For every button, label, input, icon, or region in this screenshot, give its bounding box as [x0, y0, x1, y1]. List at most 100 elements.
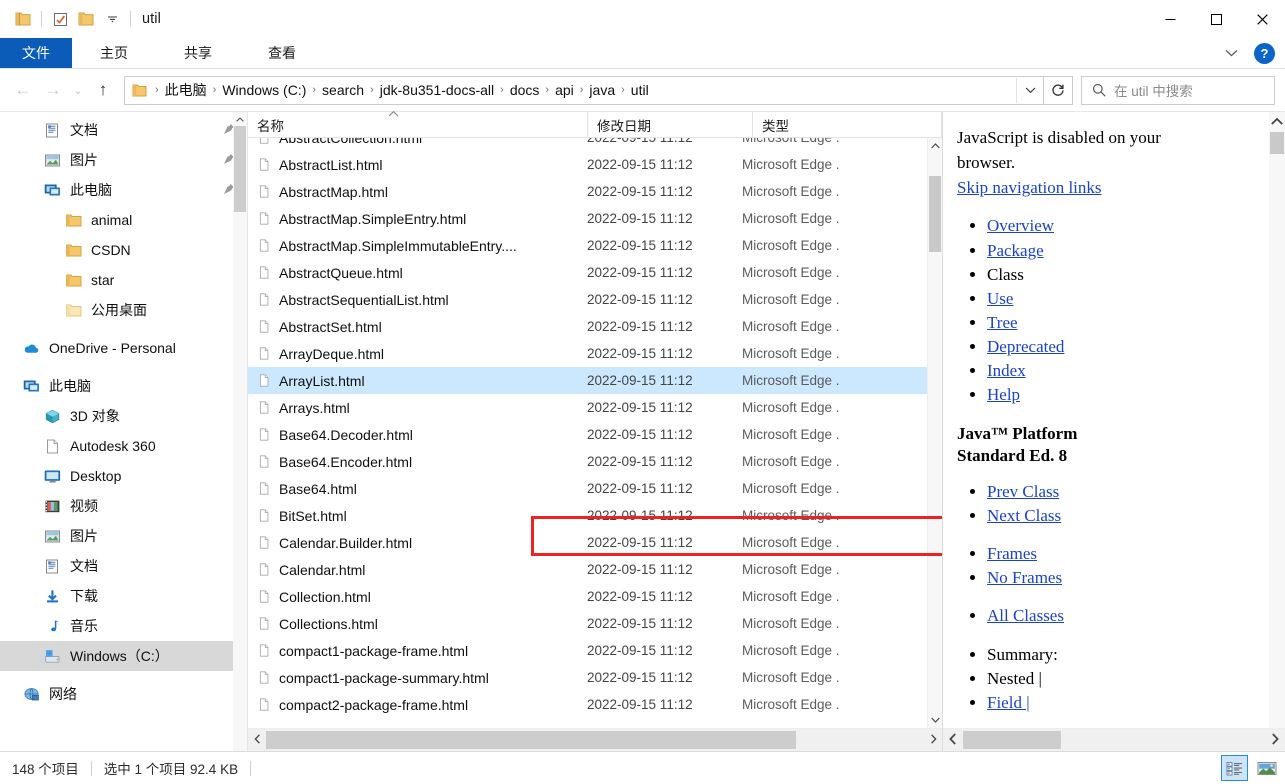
hscroll-thumb[interactable]: [266, 731, 796, 749]
column-header-type[interactable]: 类型: [753, 112, 942, 137]
sidebar-item-3d-对象[interactable]: 3D 对象: [0, 401, 247, 431]
preview-nav-link[interactable]: Help: [987, 385, 1020, 404]
search-box[interactable]: 在 util 中搜索: [1081, 75, 1275, 105]
preview-nav-link[interactable]: Deprecated: [987, 337, 1064, 356]
sidebar-item-animal[interactable]: animal: [0, 205, 247, 235]
sidebar-item-图片[interactable]: 图片: [0, 521, 247, 551]
table-row[interactable]: compact2-package-frame.html 2022-09-15 11…: [248, 691, 928, 718]
hscroll-right-icon[interactable]: [924, 733, 942, 747]
preview-frame-nav-item[interactable]: Frames: [987, 542, 1269, 566]
tab-share[interactable]: 共享: [156, 38, 240, 68]
table-row[interactable]: Arrays.html 2022-09-15 11:12 Microsoft Edg…: [248, 394, 928, 421]
sidebar-item-音乐[interactable]: 音乐: [0, 611, 247, 641]
table-row[interactable]: Base64.Decoder.html 2022-09-15 11:12 Micro…: [248, 421, 928, 448]
preview-nav-item[interactable]: Use: [987, 287, 1269, 311]
properties-icon[interactable]: [47, 6, 73, 32]
help-icon[interactable]: ?: [1254, 42, 1275, 64]
breadcrumb-item-this-pc[interactable]: 此电脑: [161, 78, 211, 102]
new-folder-icon[interactable]: [73, 6, 99, 32]
address-dropdown-icon[interactable]: [1016, 77, 1043, 103]
breadcrumb-item-api[interactable]: api: [551, 80, 578, 100]
table-row[interactable]: compact1-package-frame.html 2022-09-15 11…: [248, 637, 928, 664]
preview-scroll-up-icon[interactable]: [1269, 112, 1285, 130]
preview-hscroll-track[interactable]: [963, 729, 1265, 751]
details-view-icon[interactable]: [1221, 755, 1248, 781]
table-row[interactable]: Collection.html 2022-09-15 11:12 Microsoft…: [248, 583, 928, 610]
nav-pane-scrollbar[interactable]: [233, 112, 247, 751]
breadcrumb-item-docs[interactable]: docs: [506, 80, 544, 100]
preview-nav-item[interactable]: Index: [987, 359, 1269, 383]
table-row[interactable]: Calendar.Builder.html 2022-09-15 11:12 Mic…: [248, 529, 928, 556]
tab-file[interactable]: 文件: [0, 38, 72, 68]
breadcrumb-item-windows-c[interactable]: Windows (C:): [218, 80, 310, 100]
minimize-button[interactable]: [1147, 0, 1193, 38]
sidebar-item-windows-c-[interactable]: Windows（C:）: [0, 641, 247, 671]
refresh-button[interactable]: [1044, 75, 1073, 105]
file-scroll-thumb[interactable]: [929, 176, 941, 252]
table-row[interactable]: Base64.Encoder.html 2022-09-15 11:12 Micro…: [248, 448, 928, 475]
folder-icon[interactable]: [10, 6, 36, 32]
preview-nav-link[interactable]: Use: [987, 289, 1013, 308]
maximize-button[interactable]: [1193, 0, 1239, 38]
preview-all-classes-item[interactable]: All Classes: [987, 604, 1269, 628]
preview-hscroll-right-icon[interactable]: [1265, 732, 1285, 748]
table-row[interactable]: AbstractList.html 2022-09-15 11:12 Microso…: [248, 151, 928, 178]
sidebar-item-onedrive-personal[interactable]: OneDrive - Personal: [0, 333, 247, 363]
preview-nav-item[interactable]: Deprecated: [987, 335, 1269, 359]
sidebar-item-文档[interactable]: 文档: [0, 551, 247, 581]
preview-nav-item[interactable]: Tree: [987, 311, 1269, 335]
address-bar[interactable]: › 此电脑 › Windows (C:) › search › jdk-8u35…: [124, 75, 1044, 105]
table-row[interactable]: AbstractSet.html 2022-09-15 11:12 Microsof…: [248, 313, 928, 340]
preview-hscroll-left-icon[interactable]: [943, 732, 963, 748]
preview-hscroll-thumb[interactable]: [963, 731, 1061, 749]
sidebar-item-视频[interactable]: 视频: [0, 491, 247, 521]
preview-summary-link[interactable]: Field |: [987, 693, 1030, 712]
preview-nav-link[interactable]: Tree: [987, 313, 1018, 332]
table-row[interactable]: ArrayDeque.html 2022-09-15 11:12 Microsoft…: [248, 340, 928, 367]
sidebar-item-star[interactable]: star: [0, 265, 247, 295]
large-icons-view-icon[interactable]: [1254, 756, 1279, 780]
table-row[interactable]: BitSet.html 2022-09-15 11:12 Microsoft Edg…: [248, 502, 928, 529]
file-list-scrollbar[interactable]: [927, 138, 942, 728]
up-button[interactable]: ↑: [88, 75, 118, 105]
preview-scrollbar[interactable]: [1269, 112, 1285, 729]
chevron-down-icon[interactable]: [1219, 46, 1244, 60]
recent-locations-button[interactable]: ⌄: [68, 75, 88, 105]
nav-scroll-thumb[interactable]: [234, 126, 246, 212]
preview-nav-item[interactable]: Help: [987, 383, 1269, 407]
table-row[interactable]: AbstractMap.SimpleImmutableEntry.... 2022…: [248, 232, 928, 259]
table-row[interactable]: AbstractQueue.html 2022-09-15 11:12 Micros…: [248, 259, 928, 286]
customize-dropdown-icon[interactable]: [99, 6, 125, 32]
sidebar-item-网络[interactable]: 网络: [0, 679, 247, 709]
preview-frame-nav-link[interactable]: No Frames: [987, 568, 1062, 587]
preview-nav-item[interactable]: Overview: [987, 214, 1269, 238]
sidebar-item-下载[interactable]: 下载: [0, 581, 247, 611]
sidebar-item-公用桌面[interactable]: 公用桌面: [0, 295, 247, 325]
preview-frame-nav-item[interactable]: No Frames: [987, 566, 1269, 590]
table-row[interactable]: Calendar.html 2022-09-15 11:12 Microsoft E…: [248, 556, 928, 583]
column-header-name[interactable]: 名称: [248, 110, 588, 137]
hscroll-track[interactable]: [266, 729, 924, 751]
file-list-horizontal-scrollbar[interactable]: [248, 728, 942, 751]
preview-nav-link[interactable]: Index: [987, 361, 1026, 380]
table-row[interactable]: compact1-package-summary.html 2022-09-15 …: [248, 664, 928, 691]
sidebar-item-文档[interactable]: 文档: [0, 115, 247, 145]
sidebar-item-此电脑[interactable]: 此电脑: [0, 371, 247, 401]
close-button[interactable]: [1239, 0, 1285, 38]
breadcrumb-item-jdk[interactable]: jdk-8u351-docs-all: [376, 80, 498, 100]
preview-scroll-thumb[interactable]: [1270, 132, 1284, 154]
preview-class-nav-link[interactable]: Prev Class: [987, 482, 1059, 501]
search-input[interactable]: 在 util 中搜索: [1114, 80, 1193, 100]
preview-nav-item[interactable]: Package: [987, 239, 1269, 263]
tab-home[interactable]: 主页: [72, 38, 156, 68]
skip-navigation-link[interactable]: Skip navigation links: [957, 178, 1102, 197]
preview-skip-link[interactable]: Skip navigation links: [957, 176, 1269, 200]
breadcrumb-item-util[interactable]: util: [627, 80, 653, 100]
hscroll-left-icon[interactable]: [248, 733, 266, 747]
forward-button[interactable]: →: [38, 75, 68, 105]
table-row[interactable]: AbstractSequentialList.html 2022-09-15 11…: [248, 286, 928, 313]
file-scroll-down-icon[interactable]: [928, 712, 942, 728]
column-header-date[interactable]: 修改日期: [588, 112, 753, 137]
preview-nav-link[interactable]: Package: [987, 241, 1044, 260]
sidebar-item-desktop[interactable]: Desktop: [0, 461, 247, 491]
